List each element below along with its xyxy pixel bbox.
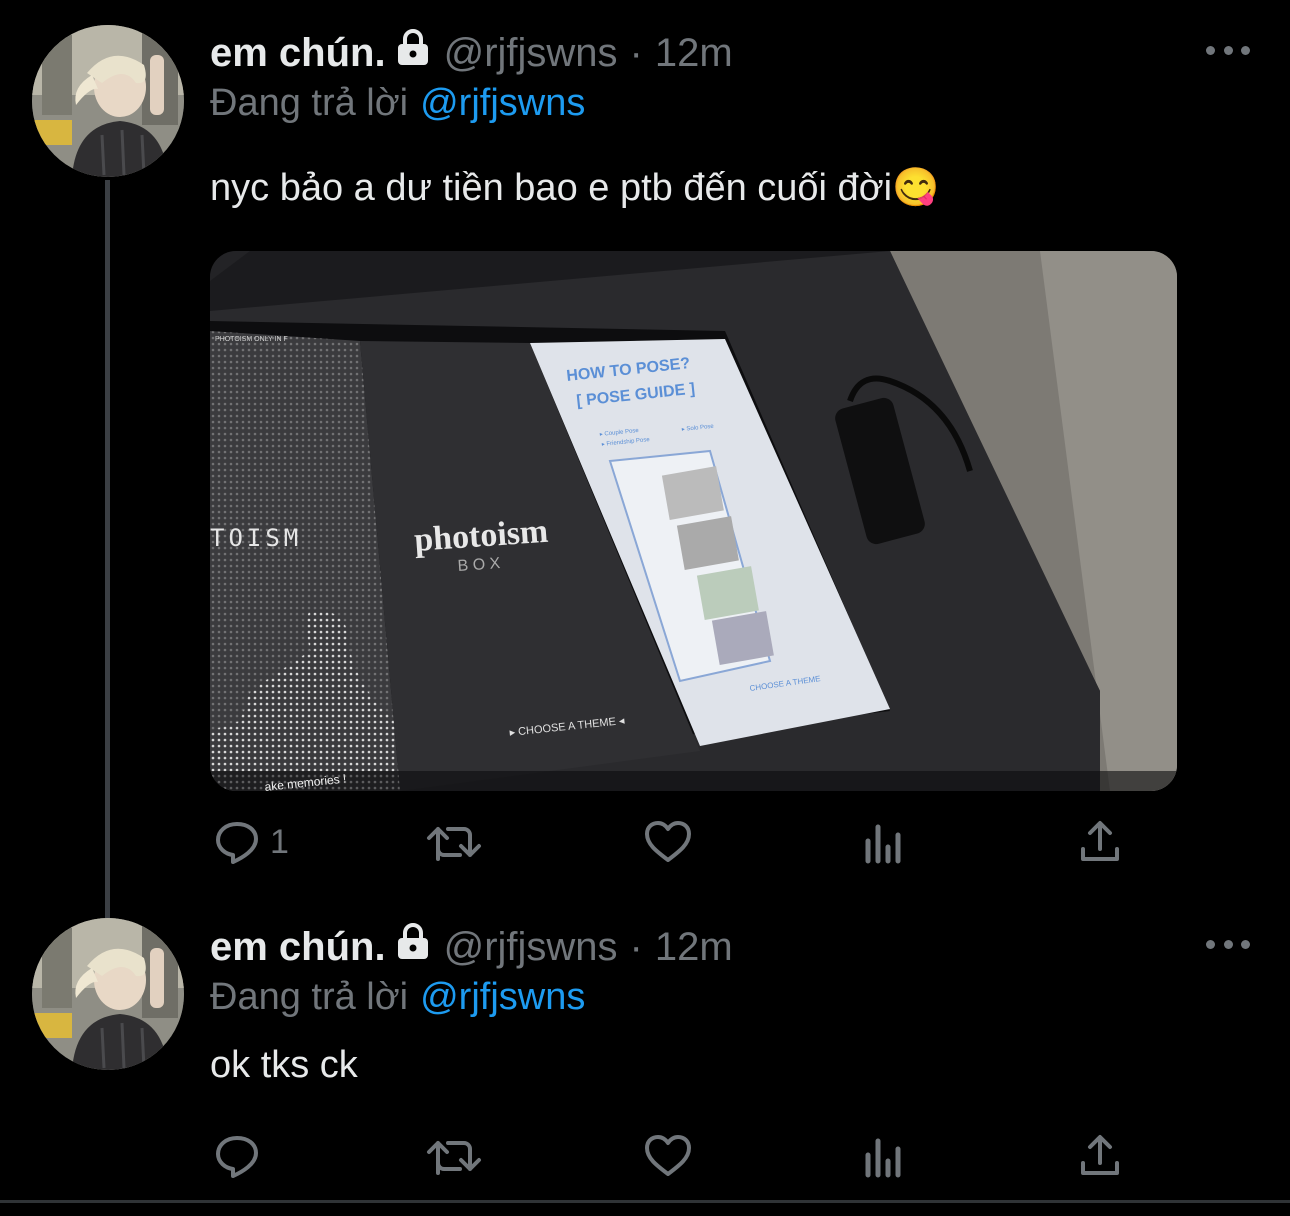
share-button[interactable] — [1078, 1128, 1122, 1184]
mention-link[interactable]: @rjfjswns — [420, 976, 585, 1018]
tweet[interactable]: em chún. @rjfjswns · 12m Đang trả lời @rj… — [0, 900, 1290, 1200]
display-name[interactable]: em chún. — [210, 925, 386, 970]
analytics-icon — [862, 819, 906, 865]
tweet-text: ok tks ck — [210, 1044, 358, 1086]
analytics-button[interactable] — [862, 1128, 906, 1184]
analytics-icon — [862, 1133, 906, 1179]
more-icon[interactable] — [1206, 934, 1250, 954]
share-button[interactable] — [1078, 814, 1122, 870]
user-handle[interactable]: @rjfjswns — [444, 31, 618, 76]
retweet-button[interactable] — [426, 1128, 482, 1184]
lock-icon — [396, 923, 430, 971]
retweet-button[interactable] — [426, 814, 482, 870]
lock-icon — [396, 29, 430, 77]
photoism-box: B O X — [457, 555, 501, 575]
mention-link[interactable]: @rjfjswns — [420, 82, 585, 124]
tweet-text: nyc bảo a dư tiền bao e ptb đến cuối đời… — [210, 167, 940, 209]
more-icon[interactable] — [1206, 40, 1250, 60]
timestamp[interactable]: 12m — [655, 925, 733, 970]
thread-line — [105, 900, 110, 918]
avatar[interactable] — [32, 918, 184, 1070]
avatar[interactable] — [32, 25, 184, 177]
screen-header-text: PHOTOISM ONLY IN F — [215, 336, 288, 343]
tweet-header: em chún. @rjfjswns · 12m — [210, 922, 733, 972]
replying-to-label: Đang trả lời — [210, 82, 409, 124]
dotted-text: TOISM — [210, 524, 302, 552]
reply-button[interactable]: 1 — [214, 814, 289, 870]
share-icon — [1078, 819, 1122, 865]
like-button[interactable] — [644, 1128, 692, 1184]
tweet-actions — [210, 1128, 1130, 1184]
share-icon — [1078, 1133, 1122, 1179]
reply-icon — [214, 1133, 260, 1179]
tweet[interactable]: em chún. @rjfjswns · 12m Đang trả lời @rj… — [0, 0, 1290, 905]
avatar-image — [32, 25, 184, 177]
reply-icon — [214, 819, 260, 865]
thread-line — [105, 180, 110, 905]
reply-button[interactable] — [214, 1128, 270, 1184]
avatar-image — [32, 918, 184, 1070]
replying-to-label: Đang trả lời — [210, 976, 409, 1018]
heart-icon — [644, 820, 692, 864]
tweet-actions: 1 — [210, 814, 1130, 870]
separator: · — [629, 924, 643, 969]
reply-count: 1 — [270, 822, 289, 861]
like-button[interactable] — [644, 814, 692, 870]
display-name[interactable]: em chún. — [210, 31, 386, 76]
timestamp[interactable]: 12m — [655, 31, 733, 76]
heart-icon — [644, 1134, 692, 1178]
retweet-icon — [426, 819, 482, 865]
media-photo: PHOTOISM ONLY IN F TOISM photoism B O X … — [210, 251, 1177, 791]
separator: · — [629, 30, 643, 75]
replying-to: Đang trả lời @rjfjswns — [210, 976, 585, 1019]
replying-to: Đang trả lời @rjfjswns — [210, 82, 585, 125]
tweet-media[interactable]: PHOTOISM ONLY IN F TOISM photoism B O X … — [210, 251, 1177, 791]
analytics-button[interactable] — [862, 814, 906, 870]
tweet-header: em chún. @rjfjswns · 12m — [210, 28, 733, 78]
user-handle[interactable]: @rjfjswns — [444, 925, 618, 970]
retweet-icon — [426, 1133, 482, 1179]
tweet-divider — [0, 1200, 1290, 1203]
